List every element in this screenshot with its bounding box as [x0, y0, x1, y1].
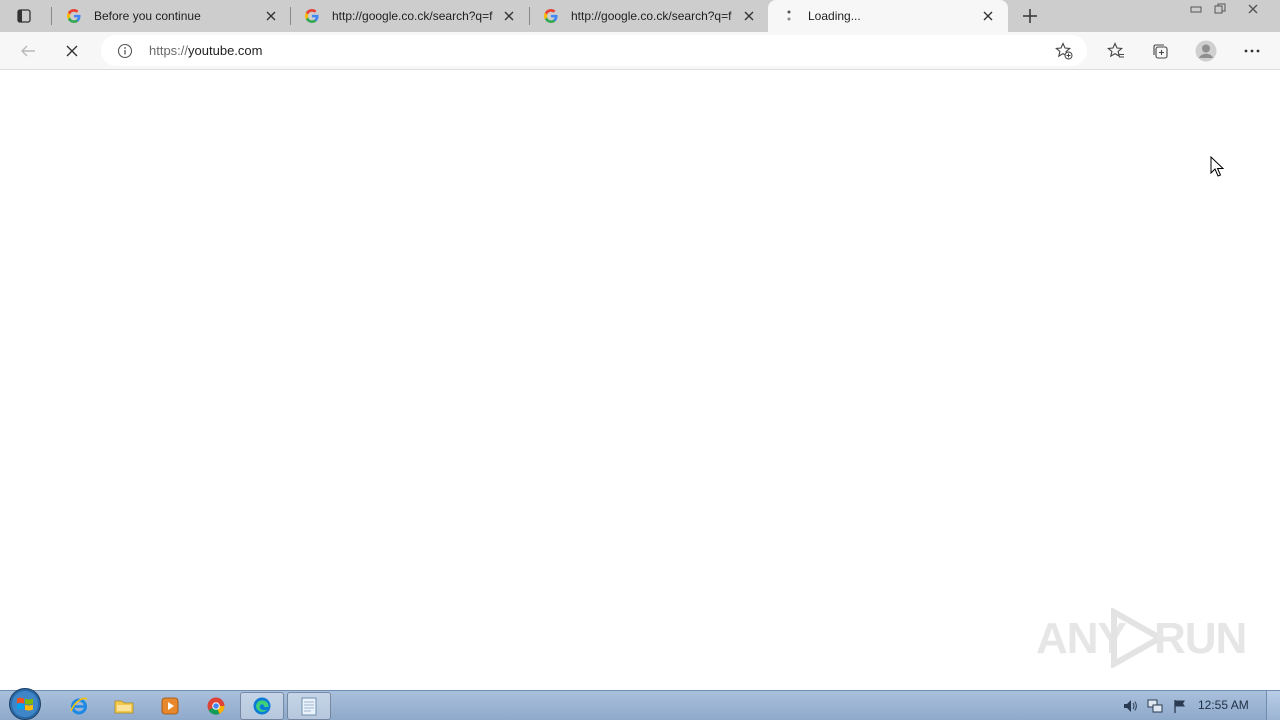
address-bar[interactable]: https://youtube.com — [101, 35, 1087, 66]
google-icon — [305, 9, 319, 23]
close-icon — [66, 45, 78, 57]
notepad-icon — [301, 697, 317, 716]
start-button[interactable] — [4, 687, 46, 720]
taskbar-clock[interactable]: 12:55 AM — [1198, 698, 1249, 712]
browser-toolbar: https://youtube.com — [0, 32, 1280, 70]
close-icon — [744, 11, 754, 21]
arrow-left-icon — [21, 45, 35, 57]
close-tab-button[interactable] — [742, 9, 756, 23]
taskbar-edge[interactable] — [240, 692, 284, 720]
tab-separator — [51, 7, 52, 25]
tab-title: Before you continue — [94, 9, 201, 23]
close-tab-button[interactable] — [502, 9, 516, 23]
close-icon — [983, 11, 993, 21]
internet-explorer-icon — [70, 697, 88, 715]
avatar-icon — [1195, 40, 1217, 62]
chrome-icon — [207, 697, 225, 715]
show-desktop-button[interactable] — [1266, 691, 1280, 720]
page-content — [0, 71, 1280, 690]
taskbar-media-player[interactable] — [148, 692, 192, 720]
collections-icon — [1153, 44, 1168, 59]
close-tab-button[interactable] — [981, 9, 995, 23]
back-button[interactable] — [14, 37, 42, 65]
taskbar-chrome[interactable] — [194, 692, 238, 720]
close-icon — [266, 11, 276, 21]
minimize-button[interactable] — [1184, 0, 1208, 18]
address-url: https://youtube.com — [149, 43, 262, 58]
volume-icon — [1124, 700, 1137, 712]
tab-loading[interactable]: Loading... — [768, 0, 1008, 32]
tab-google-search-2[interactable]: http://google.co.ck/search?q=f — [531, 0, 767, 32]
restore-button[interactable] — [1208, 0, 1232, 18]
more-horizontal-icon — [1244, 49, 1260, 53]
close-window-button[interactable] — [1234, 0, 1272, 18]
close-icon — [504, 11, 514, 21]
file-explorer-icon — [114, 700, 134, 714]
tray-volume[interactable] — [1122, 698, 1138, 714]
screen: Before you continue http://google.co.ck/… — [0, 0, 1280, 720]
taskbar: 12:55 AM — [0, 687, 1280, 720]
settings-more-button[interactable] — [1238, 37, 1266, 65]
tab-google-search-1[interactable]: http://google.co.ck/search?q=f — [292, 0, 528, 32]
close-tab-button[interactable] — [264, 9, 278, 23]
tray-network[interactable] — [1147, 698, 1163, 714]
plus-icon — [1023, 9, 1037, 23]
tab-separator — [290, 7, 291, 25]
media-player-icon — [161, 697, 179, 715]
url-host: youtube.com — [188, 43, 263, 58]
restore-icon — [1214, 3, 1226, 14]
tab-actions-button[interactable] — [8, 4, 40, 28]
url-scheme: https:// — [149, 43, 189, 58]
anyrun-watermark: ANY RUN — [1036, 606, 1247, 670]
stop-loading-button[interactable] — [58, 37, 86, 65]
tab-title: http://google.co.ck/search?q=f — [571, 9, 732, 23]
taskbar-file-explorer[interactable] — [102, 692, 146, 720]
tab-title: Loading... — [808, 9, 861, 23]
watermark-text-right: RUN — [1154, 614, 1247, 663]
info-icon[interactable] — [117, 43, 133, 59]
collections-button[interactable] — [1146, 37, 1174, 65]
taskbar-notepad[interactable] — [287, 692, 331, 720]
favorites-star-icon — [1107, 42, 1124, 58]
favorites-button[interactable] — [1102, 37, 1130, 65]
google-icon — [67, 9, 81, 23]
windows-logo-icon — [9, 688, 41, 720]
loading-spinner-icon — [787, 10, 791, 21]
taskbar-internet-explorer[interactable] — [57, 692, 101, 720]
tab-actions-icon — [17, 9, 31, 23]
tab-strip: Before you continue http://google.co.ck/… — [0, 0, 1280, 32]
flag-icon — [1174, 700, 1185, 713]
tab-separator — [529, 7, 530, 25]
google-icon — [544, 9, 558, 23]
new-tab-button[interactable] — [1016, 4, 1044, 28]
edge-icon — [253, 697, 271, 715]
tab-before-you-continue[interactable]: Before you continue — [54, 0, 290, 32]
tray-action-center[interactable] — [1172, 698, 1188, 714]
add-favorite-icon[interactable] — [1055, 42, 1073, 60]
tab-title: http://google.co.ck/search?q=f — [332, 9, 493, 23]
network-icon — [1147, 699, 1163, 713]
profile-button[interactable] — [1192, 37, 1220, 65]
minimize-icon — [1190, 6, 1202, 13]
close-icon — [1248, 4, 1258, 14]
mouse-cursor-icon — [1210, 156, 1224, 177]
